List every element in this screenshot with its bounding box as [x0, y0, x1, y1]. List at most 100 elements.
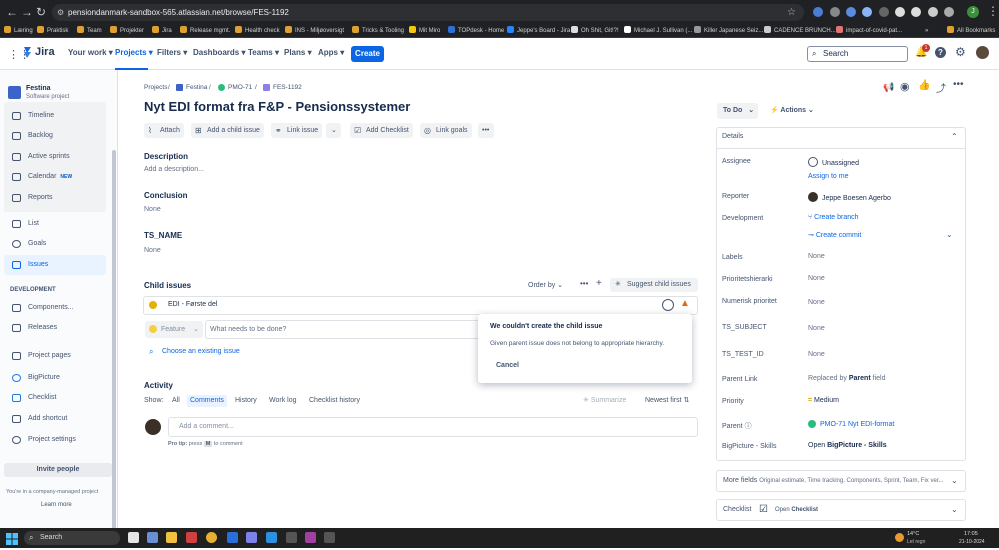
extension-icon[interactable] — [846, 7, 856, 17]
ts-subject-value[interactable]: None — [808, 325, 825, 332]
app-icon[interactable] — [324, 532, 335, 543]
bookmark[interactable]: Praktisk — [37, 25, 68, 37]
project-name[interactable]: Festina — [26, 85, 51, 92]
learn-more-link[interactable]: Learn more — [41, 502, 72, 508]
suggest-child-issues-button[interactable]: ✳ Suggest child issues — [610, 278, 698, 292]
back-icon[interactable]: ← — [6, 5, 18, 19]
bookmark[interactable]: INS - Miljøoversigt — [285, 25, 344, 37]
bookmark[interactable]: impact-of-covid-pat... — [836, 25, 902, 37]
address-bar[interactable]: ⚙ pensiondanmark-sandbox-565.atlassian.n… — [52, 4, 804, 21]
taskbar-search[interactable]: ⌕ Search — [24, 531, 120, 545]
activity-tab-work-log[interactable]: Work log — [266, 395, 300, 407]
nav-plans[interactable]: Plans ▾ — [284, 48, 312, 57]
bookmark[interactable]: Jeppe's Board - Jira — [507, 25, 570, 37]
sidebar-item-project-settings[interactable]: Project settings — [4, 430, 106, 450]
vscode-icon[interactable] — [266, 532, 277, 543]
sidebar-item-calendar[interactable]: Calendar NEW — [4, 167, 106, 187]
more-options-icon[interactable]: ••• — [953, 79, 964, 90]
extension-icon[interactable] — [813, 7, 823, 17]
child-issue-row[interactable]: EDI - Første del ▲ — [143, 296, 698, 315]
bookmark[interactable]: Oh Shit, Git!?! — [571, 25, 619, 37]
activity-tab-all[interactable]: All — [169, 395, 183, 407]
reload-icon[interactable]: ↻ — [36, 5, 46, 19]
choose-existing-issue-link[interactable]: Choose an existing issue — [162, 348, 240, 355]
sidebar-item-goals[interactable]: Goals — [4, 234, 106, 254]
app-icon[interactable] — [147, 532, 158, 543]
breadcrumb-projects[interactable]: Projects — [144, 84, 167, 91]
reporter-value[interactable]: Jeppe Boesen Agerbo — [808, 192, 891, 202]
unassigned-avatar-icon[interactable] — [662, 299, 674, 311]
user-avatar[interactable] — [976, 46, 989, 59]
sort-order-button[interactable]: Newest first ⇅ — [645, 395, 689, 407]
extension-icon[interactable] — [879, 7, 889, 17]
bookmark[interactable]: Health check — [235, 25, 280, 37]
sidebar-item-releases[interactable]: Releases — [4, 318, 106, 338]
windows-start-icon[interactable] — [6, 532, 18, 545]
help-icon[interactable]: ? — [935, 47, 946, 58]
ts-name-value[interactable]: None — [144, 247, 161, 254]
child-issue-summary[interactable]: EDI - Første del — [168, 301, 217, 308]
sidebar-item-components[interactable]: Components... — [4, 298, 106, 318]
sidebar-item-timeline[interactable]: Timeline — [4, 106, 106, 126]
chrome-icon[interactable] — [206, 532, 217, 543]
breadcrumb-issue-key[interactable]: FES-1192 — [273, 84, 302, 91]
more-actions-button[interactable]: ••• — [478, 123, 494, 138]
numeric-priority-value[interactable]: None — [808, 299, 825, 306]
sidebar-item-issues[interactable]: Issues — [4, 255, 106, 275]
sidebar-item-active-sprints[interactable]: Active sprints — [4, 147, 106, 167]
prio-hierarchy-value[interactable]: None — [808, 275, 825, 282]
checklist-panel[interactable]: Checklist ☑ Open Checklist ⌄ — [716, 499, 966, 521]
bookmark[interactable]: Tricks & Tooling — [352, 25, 404, 37]
more-fields-panel[interactable]: More fields Original estimate, Time trac… — [716, 470, 966, 492]
child-more-icon[interactable]: ••• — [580, 279, 588, 288]
add-child-icon[interactable]: + — [596, 278, 602, 289]
activity-tab-checklist-history[interactable]: Checklist history — [306, 395, 363, 407]
weather-icon[interactable] — [895, 533, 904, 542]
expand-chevron-icon[interactable]: ⌄ — [951, 476, 958, 485]
add-child-issue-button[interactable]: ⊞ Add a child issue — [191, 123, 264, 138]
create-commit-link[interactable]: ⊸ Create commit — [808, 231, 861, 239]
onenote-icon[interactable] — [305, 532, 316, 543]
attach-button[interactable]: ⌇ Attach — [144, 123, 184, 138]
assign-to-me-link[interactable]: Assign to me — [808, 173, 848, 180]
breadcrumb-festina[interactable]: Festina — [186, 84, 207, 91]
nav-projects[interactable]: Projects ▾ — [115, 48, 153, 57]
sidebar-item-bigpicture[interactable]: BigPicture — [4, 368, 106, 388]
summarize-button[interactable]: ✳ Summarize — [583, 395, 626, 407]
jira-logo-icon[interactable] — [22, 46, 33, 59]
teams-icon[interactable] — [246, 532, 257, 543]
bigpicture-skills-link[interactable]: Open BigPicture - Skills — [808, 442, 887, 449]
activity-tab-history[interactable]: History — [232, 395, 260, 407]
priority-value[interactable]: = Medium — [808, 397, 839, 404]
description-field[interactable]: Add a description... — [144, 166, 204, 173]
breadcrumb-parent[interactable]: PMO-71 — [228, 84, 252, 91]
bookmark-star-icon[interactable]: ☆ — [787, 4, 796, 21]
clock-time[interactable]: 17:05 — [964, 531, 978, 537]
like-thumbs-up-icon[interactable]: 👍 — [918, 80, 930, 91]
add-checklist-button[interactable]: ☑ Add Checklist — [350, 123, 413, 138]
app-icon[interactable] — [286, 532, 297, 543]
all-bookmarks[interactable]: All Bookmarks — [947, 25, 995, 37]
sidebar-item-backlog[interactable]: Backlog — [4, 126, 106, 146]
nav-your-work[interactable]: Your work ▾ — [68, 48, 113, 57]
extension-icon[interactable] — [862, 7, 872, 17]
create-button[interactable]: Create — [351, 46, 384, 62]
link-issue-button[interactable]: ⚭ Link issue — [271, 123, 323, 138]
share-icon[interactable]: ⤴ — [936, 80, 946, 95]
development-chevron-icon[interactable]: ⌄ — [946, 230, 953, 239]
sidebar-item-checklist[interactable]: Checklist — [4, 388, 106, 408]
bookmark[interactable]: Team — [77, 25, 102, 37]
status-dropdown[interactable]: To Do ⌄ — [717, 103, 758, 119]
watch-eye-icon[interactable]: ◉ — [900, 80, 910, 93]
order-by-button[interactable]: Order by ⌄ — [528, 281, 563, 289]
open-checklist-link[interactable]: Open Checklist — [775, 507, 818, 513]
expand-chevron-icon[interactable]: ⌄ — [951, 505, 958, 514]
site-info-icon[interactable]: ⚙ — [57, 4, 64, 21]
bookmark[interactable]: Læring — [4, 25, 33, 37]
sidebar-item-reports[interactable]: Reports — [4, 188, 106, 208]
nav-teams[interactable]: Teams ▾ — [248, 48, 279, 57]
child-summary-input[interactable]: What needs to be done? — [205, 320, 485, 339]
task-view-icon[interactable] — [128, 532, 139, 543]
extensions-puzzle-icon[interactable] — [928, 7, 938, 17]
issue-type-select[interactable]: Feature ⌄ — [145, 321, 203, 338]
